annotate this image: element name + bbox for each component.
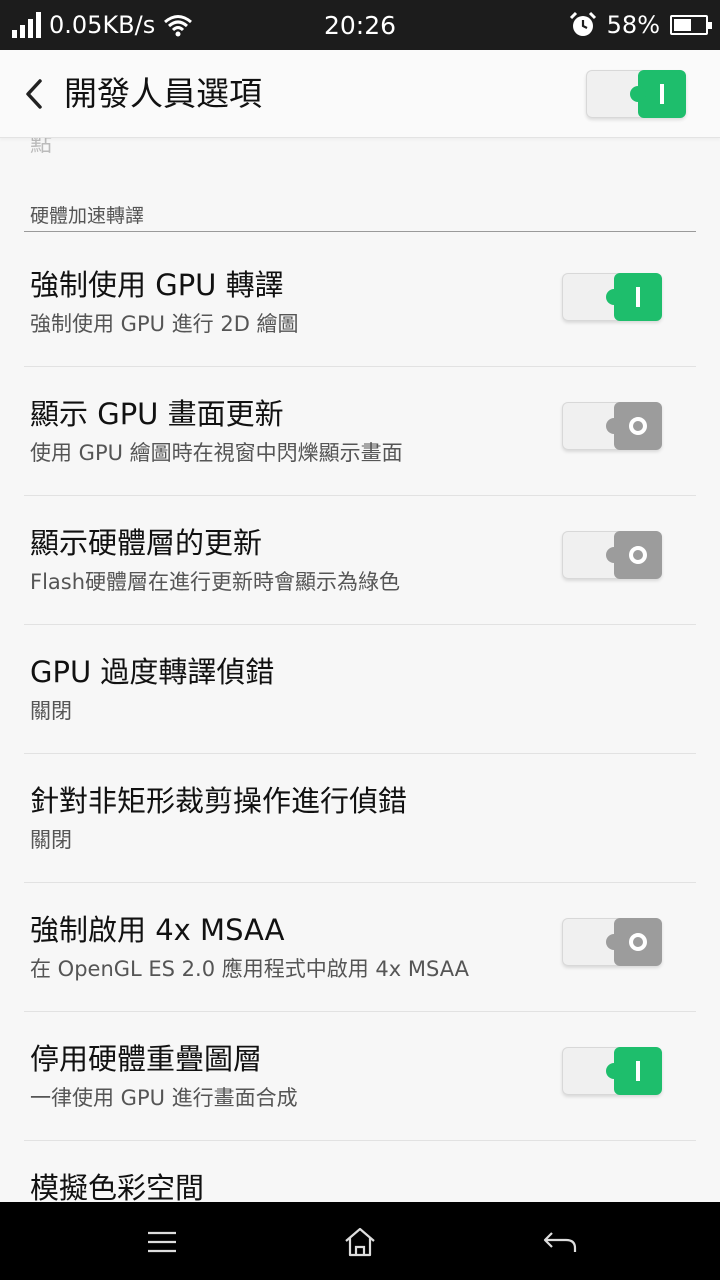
toggle-show-gpu-view-updates[interactable] [562, 402, 662, 450]
back-nav-button[interactable] [520, 1214, 600, 1270]
setting-show-hardware-layer-updates[interactable]: 顯示硬體層的更新 Flash硬體層在進行更新時會顯示為綠色 [0, 496, 720, 625]
home-button[interactable] [320, 1214, 400, 1270]
setting-debug-non-rectangular-clip[interactable]: 針對非矩形裁剪操作進行偵錯 關閉 [0, 754, 720, 883]
setting-title: 模擬色彩空間 [30, 1171, 205, 1202]
setting-title: 顯示 GPU 畫面更新 [30, 397, 284, 431]
navigation-bar [0, 1202, 720, 1280]
setting-disable-hw-overlays[interactable]: 停用硬體重疊圖層 一律使用 GPU 進行畫面合成 [0, 1012, 720, 1141]
clock: 20:26 [323, 10, 397, 40]
setting-force-gpu-rendering[interactable]: 強制使用 GPU 轉譯 強制使用 GPU 進行 2D 繪圖 [0, 238, 720, 367]
developer-options-master-toggle[interactable] [586, 70, 686, 118]
battery-percent: 58% [606, 11, 660, 39]
setting-show-gpu-view-updates[interactable]: 顯示 GPU 畫面更新 使用 GPU 繪圖時在視窗中閃爍顯示畫面 [0, 367, 720, 496]
setting-subtitle: 在 OpenGL ES 2.0 應用程式中啟用 4x MSAA [30, 957, 470, 981]
partial-previous-item: 點 [30, 138, 53, 157]
toggle-disable-hw-overlays[interactable] [562, 1047, 662, 1095]
battery-icon [670, 15, 712, 35]
setting-title: 強制使用 GPU 轉譯 [30, 268, 284, 302]
setting-subtitle: 一律使用 GPU 進行畫面合成 [30, 1086, 298, 1110]
section-header-hardware-accelerated-rendering: 硬體加速轉譯 [30, 205, 145, 227]
setting-subtitle: 強制使用 GPU 進行 2D 繪圖 [30, 312, 299, 336]
setting-subtitle: 使用 GPU 繪圖時在視窗中閃爍顯示畫面 [30, 441, 403, 465]
action-bar: 開發人員選項 [0, 50, 720, 138]
back-button[interactable] [14, 72, 54, 116]
menu-icon [148, 1231, 176, 1253]
setting-title: 強制啟用 4x MSAA [30, 913, 285, 947]
setting-simulate-color-space[interactable]: 模擬色彩空間 [0, 1141, 720, 1202]
setting-title: 顯示硬體層的更新 [30, 526, 263, 560]
page-title: 開發人員選項 [64, 74, 262, 113]
setting-subtitle: Flash硬體層在進行更新時會顯示為綠色 [30, 570, 401, 594]
status-bar: 0.05KB/s 20:26 58% [0, 0, 720, 50]
setting-title: 針對非矩形裁剪操作進行偵錯 [30, 784, 408, 818]
back-arrow-icon [543, 1232, 577, 1252]
toggle-show-hardware-layer-updates[interactable] [562, 531, 662, 579]
setting-title: 停用硬體重疊圖層 [30, 1042, 263, 1076]
section-divider [24, 231, 696, 232]
setting-title: GPU 過度轉譯偵錯 [30, 655, 275, 689]
home-icon [345, 1227, 375, 1257]
menu-button[interactable] [122, 1214, 202, 1270]
toggle-force-gpu-rendering[interactable] [562, 273, 662, 321]
setting-value: 關閉 [30, 699, 72, 723]
chevron-left-icon [26, 79, 42, 109]
alarm-icon [569, 11, 596, 36]
setting-force-4x-msaa[interactable]: 強制啟用 4x MSAA 在 OpenGL ES 2.0 應用程式中啟用 4x … [0, 883, 720, 1012]
battery-level [674, 19, 692, 31]
setting-value: 關閉 [30, 828, 72, 852]
toggle-force-4x-msaa[interactable] [562, 918, 662, 966]
settings-list[interactable]: 點 硬體加速轉譯 強制使用 GPU 轉譯 強制使用 GPU 進行 2D 繪圖 顯… [0, 138, 720, 1202]
setting-debug-gpu-overdraw[interactable]: GPU 過度轉譯偵錯 關閉 [0, 625, 720, 754]
